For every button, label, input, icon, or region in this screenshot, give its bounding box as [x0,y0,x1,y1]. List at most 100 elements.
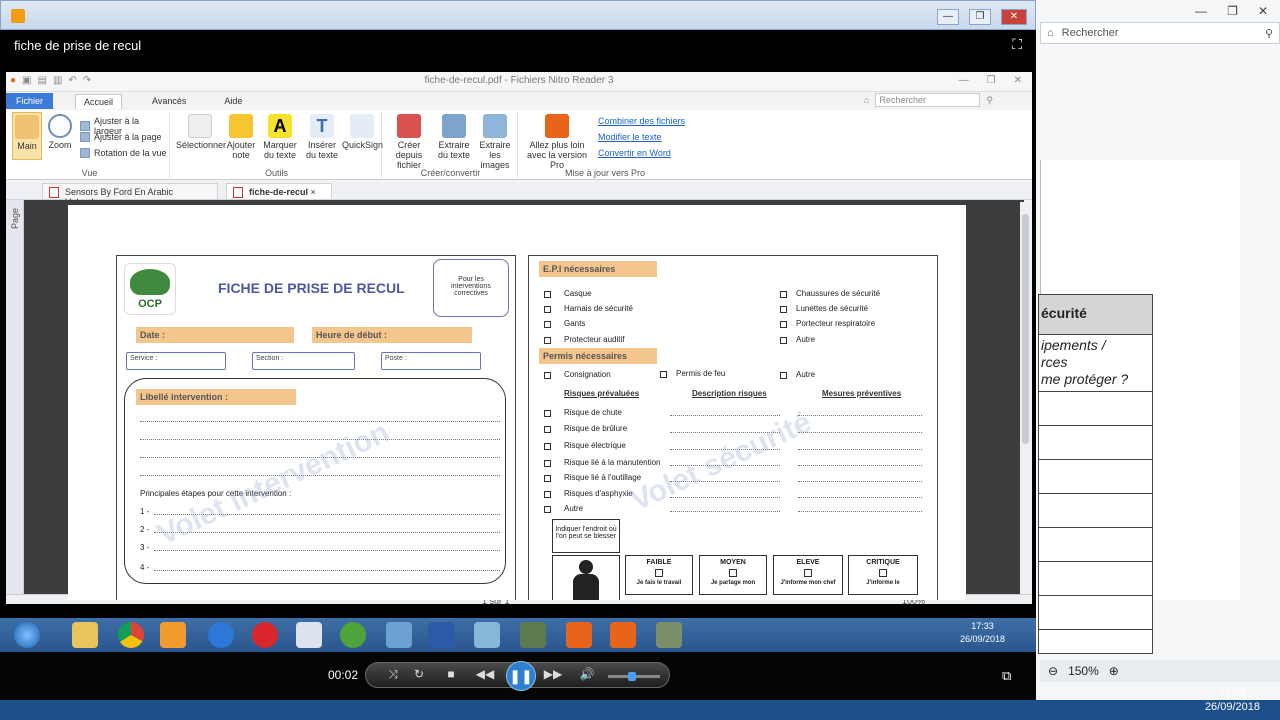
tab-fichier[interactable]: Fichier [6,93,54,109]
pause-button[interactable]: ❚❚ [506,661,536,691]
minimize-icon[interactable]: — [1195,4,1207,20]
zoom-in-icon[interactable]: ⊕ [1109,664,1119,678]
extract-images-button[interactable]: Extraire les images [474,114,516,170]
rotate-view-button[interactable]: Rotation de la vue [80,148,167,158]
background-search[interactable]: ⌂ Rechercher ⚲ [1040,22,1280,44]
ribbon-group-vue: Main Zoom Ajuster à la largeur Ajuster à… [10,112,170,178]
page-sidebar[interactable]: Page [6,200,24,604]
background-table-header: écurité [1039,295,1152,335]
insert-text-button[interactable]: T Insérer du texte [302,114,342,160]
restore-icon[interactable]: ❐ [1227,4,1238,20]
shuffle-button[interactable]: ⤨ [384,667,402,682]
previous-button[interactable]: ◀◀ [474,667,496,681]
close-icon[interactable]: ✕ [1258,4,1268,20]
volume-button[interactable]: 🔊 [578,667,596,681]
epi-respiratoire: Portecteur respiratoire [796,319,876,328]
checkbox [729,569,737,577]
extract-text-button[interactable]: Extraire du texte [434,114,474,160]
playback-time: 00:02 [328,668,359,682]
start-icon[interactable] [14,622,40,648]
volume-slider[interactable] [608,672,660,681]
close-icon[interactable]: ✕ [1014,75,1022,86]
fit-page-button[interactable]: Ajuster à la page [80,132,162,142]
step-item: 2 - [140,525,150,534]
tab-avances[interactable]: Avancés [144,94,194,108]
pdf-icon [233,187,243,198]
zoom-button[interactable]: Zoom [46,114,74,150]
checkbox [655,569,663,577]
stop-button[interactable]: ■ [442,667,460,681]
close-button[interactable]: ✕ [1001,9,1027,25]
minimize-icon[interactable]: — [959,75,969,86]
add-note-button[interactable]: Ajouter note [224,114,258,160]
media-player-window: — ❐ ✕ fiche de prise de recul ⛶ ● ▣ ▤ ▥ … [0,0,1036,700]
media-icon[interactable] [160,622,186,648]
app-icon[interactable] [656,622,682,648]
combine-files-link[interactable]: Combiner des fichiers [598,116,685,126]
create-label: Créer depuis fichier [395,140,423,170]
close-tab-icon[interactable]: × [311,187,316,197]
vertical-scrollbar[interactable] [1020,202,1032,594]
app-icon[interactable] [520,622,546,648]
risk-item: Risque de brûlure [564,424,628,433]
go-pro-button[interactable]: Allez plus loin avec la version Pro [520,114,594,170]
group-label-pro: Mise à jour vers Pro [564,168,646,178]
maximize-button[interactable]: ❐ [969,9,991,25]
zoom-out-icon[interactable]: ⊖ [1048,664,1058,678]
convert-word-link[interactable]: Convertir en Word [598,148,671,158]
minimize-button[interactable]: — [937,9,959,25]
quicksign-button[interactable]: QuickSign [342,114,383,150]
doc-tab-sensors[interactable]: Sensors By Ford En Arabic Uploade... [42,183,218,207]
tab-aide[interactable]: Aide [216,94,250,108]
next-button[interactable]: ▶▶ [542,667,564,681]
background-table-text: ipements / rces me protéger ? [1039,335,1152,392]
word-icon[interactable] [428,622,454,648]
main-label: Main [17,141,37,151]
home-icon[interactable]: ⌂ [1047,27,1054,39]
system-clock[interactable]: 17:59 26/09/2018 [1205,686,1260,714]
background-zoom-bar: ⊖ 150% ⊕ [1040,660,1280,682]
group-label-creer: Créer/convertir [420,168,481,178]
search-icon[interactable]: ⚲ [1265,27,1273,40]
level-eleve: ELEVE J'informe mon chef [773,555,843,595]
edit-text-link[interactable]: Modifier le texte [598,132,662,142]
step-item: 1 - [140,507,150,516]
tab-accueil[interactable]: Accueil [75,93,123,109]
utorrent-icon[interactable] [340,622,366,648]
section-field: Section : [252,352,355,370]
service-field: Service : [126,352,226,370]
start-time-field: Heure de début : [312,327,472,343]
switch-to-library-icon[interactable]: ⧉ [1002,668,1011,684]
risk-item: Risque lié à l'outillage [564,473,642,482]
fullscreen-icon[interactable]: ⛶ [1012,36,1022,53]
nitro-taskbar-icon[interactable] [610,622,636,648]
restore-icon[interactable]: ❐ [987,75,996,86]
control-bar: ⤨ ↻ ■ ◀◀ ❚❚ ▶▶ 🔊 [365,661,670,691]
nitro-taskbar-icon[interactable] [566,622,592,648]
main-tool-button[interactable]: Main [12,112,42,160]
chrome-icon[interactable] [118,622,144,648]
level-name: ELEVE [796,559,820,566]
app-icon[interactable] [474,622,500,648]
ie-icon[interactable] [208,622,234,648]
opera-icon[interactable] [252,622,278,648]
dotted-line [798,497,922,498]
folder-icon[interactable] [72,622,98,648]
create-from-file-button[interactable]: Créer depuis fichier [384,114,434,170]
checkbox [804,569,812,577]
level-name: FAIBLE [646,559,672,566]
volume-knob[interactable] [628,672,636,681]
scrollbar-thumb[interactable] [1022,214,1029,444]
home-icon[interactable]: ⌂ [864,95,869,105]
mark-text-button[interactable]: A Marquer du texte [260,114,300,160]
nitro-search-input[interactable]: Rechercher [875,93,981,107]
select-button[interactable]: Sélectionner [176,114,226,150]
photos-icon[interactable] [386,622,412,648]
checkbox [544,443,551,450]
quick-access-toolbar: ● ▣ ▤ ▥ ↶ ↷ fiche-de-recul.pdf - Fichier… [6,72,1032,92]
search-icon[interactable]: ⚲ [986,95,993,106]
doc-tab-fiche[interactable]: fiche-de-recul × [226,183,332,200]
repeat-button[interactable]: ↻ [410,667,428,681]
nitro-search: ⌂ Rechercher ⚲ [864,92,1024,108]
calculator-icon[interactable] [296,622,322,648]
